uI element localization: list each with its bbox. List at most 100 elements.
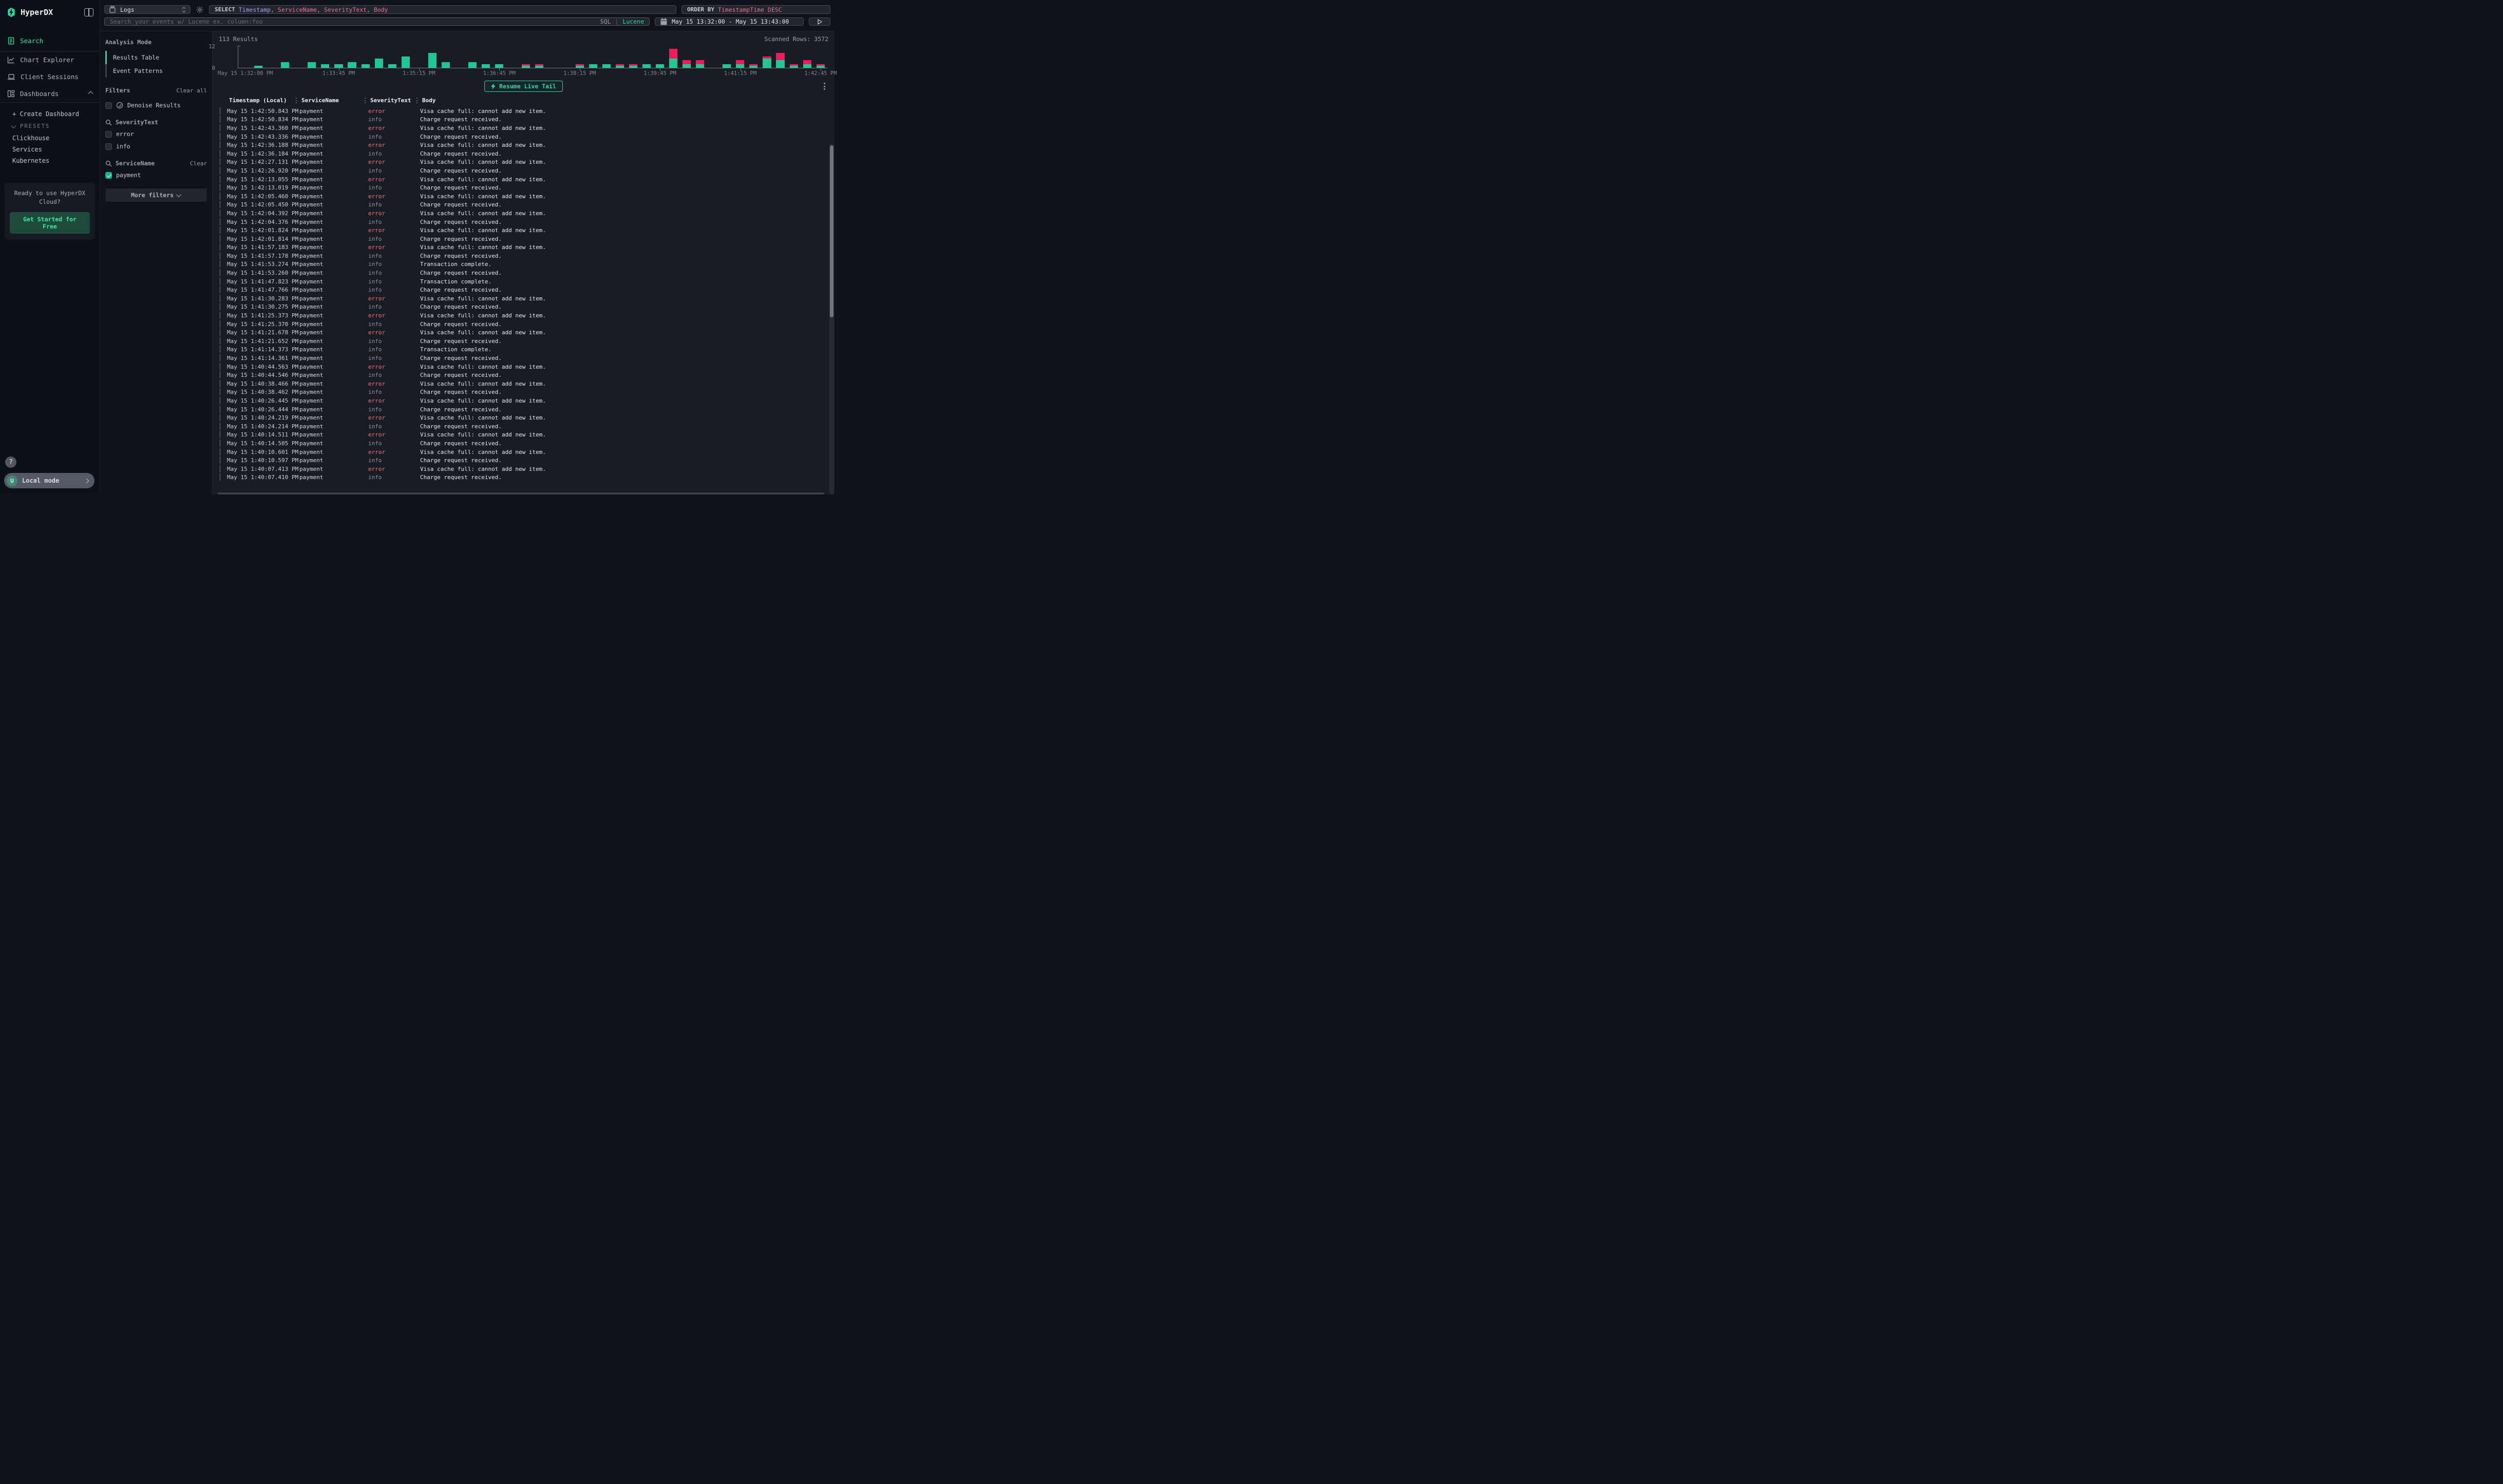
row-expand-chevron-icon[interactable] <box>218 201 227 208</box>
col-header-servicename[interactable]: ServiceName <box>299 97 368 104</box>
table-row[interactable]: May 15 1:40:44.563 PMpaymenterrorVisa ca… <box>218 363 829 371</box>
row-expand-chevron-icon[interactable] <box>218 219 227 225</box>
col-header-severitytext[interactable]: SeverityText <box>368 97 420 104</box>
table-row[interactable]: May 15 1:41:47.766 PMpaymentinfoCharge r… <box>218 286 829 294</box>
preset-services[interactable]: Services <box>12 144 94 155</box>
sidebar-item-dashboards[interactable]: Dashboards <box>0 85 100 102</box>
table-row[interactable]: May 15 1:42:27.131 PMpaymenterrorVisa ca… <box>218 158 829 167</box>
get-started-button[interactable]: Get Started for Free <box>10 212 90 234</box>
table-row[interactable]: May 15 1:40:38.466 PMpaymenterrorVisa ca… <box>218 379 829 388</box>
row-expand-chevron-icon[interactable] <box>218 466 227 472</box>
table-row[interactable]: May 15 1:42:26.920 PMpaymentinfoCharge r… <box>218 166 829 175</box>
table-row[interactable]: May 15 1:40:14.511 PMpaymenterrorVisa ca… <box>218 431 829 440</box>
row-expand-chevron-icon[interactable] <box>218 338 227 345</box>
row-expand-chevron-icon[interactable] <box>218 176 227 183</box>
table-row[interactable]: May 15 1:41:53.260 PMpaymentinfoCharge r… <box>218 269 829 277</box>
vertical-scrollbar[interactable] <box>829 144 834 494</box>
table-row[interactable]: May 15 1:42:05.450 PMpaymentinfoCharge r… <box>218 201 829 210</box>
sidebar-item-client-sessions[interactable]: Client Sessions <box>0 68 100 85</box>
order-by-input[interactable]: ORDER BY TimestampTime DESC <box>681 5 830 14</box>
row-expand-chevron-icon[interactable] <box>218 142 227 148</box>
denoise-results-option[interactable]: Denoise Results <box>105 99 207 111</box>
row-expand-chevron-icon[interactable] <box>218 440 227 447</box>
create-dashboard-button[interactable]: + Create Dashboard <box>12 108 94 120</box>
results-histogram[interactable]: 12 0 May 15 1:32:00 PM1:33:45 PM1:35:15 … <box>238 46 827 78</box>
row-expand-chevron-icon[interactable] <box>218 474 227 481</box>
horizontal-scrollbar[interactable] <box>218 492 824 494</box>
row-expand-chevron-icon[interactable] <box>218 346 227 353</box>
row-expand-chevron-icon[interactable] <box>218 244 227 251</box>
row-expand-chevron-icon[interactable] <box>218 372 227 378</box>
table-row[interactable]: May 15 1:42:01.824 PMpaymenterrorVisa ca… <box>218 226 829 235</box>
analysis-mode-event-patterns[interactable]: Event Patterns <box>105 64 207 78</box>
row-expand-chevron-icon[interactable] <box>218 184 227 191</box>
table-row[interactable]: May 15 1:41:30.283 PMpaymenterrorVisa ca… <box>218 294 829 303</box>
table-row[interactable]: May 15 1:40:44.546 PMpaymentinfoCharge r… <box>218 371 829 379</box>
table-row[interactable]: May 15 1:41:25.370 PMpaymentinfoCharge r… <box>218 320 829 329</box>
table-row[interactable]: May 15 1:42:50.843 PMpaymenterrorVisa ca… <box>218 107 829 116</box>
table-row[interactable]: May 15 1:42:13.055 PMpaymenterrorVisa ca… <box>218 175 829 184</box>
collapse-sidebar-icon[interactable] <box>84 8 93 16</box>
table-row[interactable]: May 15 1:40:07.410 PMpaymentinfoCharge r… <box>218 473 829 482</box>
sidebar-item-search[interactable]: Search <box>0 31 100 51</box>
row-expand-chevron-icon[interactable] <box>218 364 227 370</box>
filter-option-payment[interactable]: payment <box>105 169 207 181</box>
row-expand-chevron-icon[interactable] <box>218 167 227 174</box>
table-row[interactable]: May 15 1:40:14.505 PMpaymentinfoCharge r… <box>218 439 829 448</box>
table-row[interactable]: May 15 1:42:36.188 PMpaymenterrorVisa ca… <box>218 141 829 149</box>
col-header-timestamp[interactable]: Timestamp (Local) <box>227 97 299 104</box>
table-row[interactable]: May 15 1:40:07.413 PMpaymenterrorVisa ca… <box>218 465 829 473</box>
table-row[interactable]: May 15 1:41:30.275 PMpaymentinfoCharge r… <box>218 303 829 312</box>
row-expand-chevron-icon[interactable] <box>218 134 227 140</box>
preset-kubernetes[interactable]: Kubernetes <box>12 155 94 166</box>
table-row[interactable]: May 15 1:41:14.373 PMpaymentinfoTransact… <box>218 346 829 354</box>
row-expand-chevron-icon[interactable] <box>218 193 227 200</box>
denoise-checkbox[interactable] <box>105 102 112 109</box>
row-expand-chevron-icon[interactable] <box>218 389 227 395</box>
table-row[interactable]: May 15 1:41:21.652 PMpaymentinfoCharge r… <box>218 337 829 346</box>
payment-checkbox[interactable] <box>105 172 112 179</box>
table-row[interactable]: May 15 1:42:36.184 PMpaymentinfoCharge r… <box>218 149 829 158</box>
resume-live-tail-button[interactable]: Resume Live Tail <box>484 81 563 92</box>
row-expand-chevron-icon[interactable] <box>218 329 227 336</box>
table-row[interactable]: May 15 1:41:14.361 PMpaymentinfoCharge r… <box>218 354 829 363</box>
time-range-picker[interactable]: May 15 13:32:00 - May 15 13:43:00 <box>655 17 804 26</box>
row-expand-chevron-icon[interactable] <box>218 227 227 234</box>
analysis-mode-results-table[interactable]: Results Table <box>105 51 207 64</box>
table-row[interactable]: May 15 1:41:53.274 PMpaymentinfoTransact… <box>218 260 829 269</box>
sql-mode-toggle[interactable]: SQL <box>600 18 611 25</box>
clear-all-button[interactable]: Clear all <box>176 87 207 94</box>
sidebar-item-chart-explorer[interactable]: Chart Explorer <box>0 51 100 68</box>
table-row[interactable]: May 15 1:42:04.376 PMpaymentinfoCharge r… <box>218 218 829 226</box>
row-expand-chevron-icon[interactable] <box>218 125 227 131</box>
info-checkbox[interactable] <box>105 143 112 150</box>
table-row[interactable]: May 15 1:40:10.601 PMpaymenterrorVisa ca… <box>218 448 829 456</box>
clear-filter-button[interactable]: Clear <box>190 160 207 167</box>
row-expand-chevron-icon[interactable] <box>218 108 227 115</box>
row-expand-chevron-icon[interactable] <box>218 423 227 430</box>
error-checkbox[interactable] <box>105 131 112 138</box>
table-row[interactable]: May 15 1:42:43.336 PMpaymentinfoCharge r… <box>218 132 829 141</box>
table-row[interactable]: May 15 1:42:50.834 PMpaymentinfoCharge r… <box>218 116 829 124</box>
table-row[interactable]: May 15 1:41:25.373 PMpaymenterrorVisa ca… <box>218 311 829 320</box>
row-expand-chevron-icon[interactable] <box>218 261 227 268</box>
table-row[interactable]: May 15 1:42:13.019 PMpaymentinfoCharge r… <box>218 183 829 192</box>
row-expand-chevron-icon[interactable] <box>218 303 227 310</box>
row-expand-chevron-icon[interactable] <box>218 253 227 259</box>
row-expand-chevron-icon[interactable] <box>218 457 227 464</box>
table-row[interactable]: May 15 1:41:47.823 PMpaymentinfoTransact… <box>218 277 829 286</box>
table-row[interactable]: May 15 1:40:24.214 PMpaymentinfoCharge r… <box>218 422 829 431</box>
table-options-kebab-icon[interactable] <box>824 83 825 90</box>
table-row[interactable]: May 15 1:40:10.597 PMpaymentinfoCharge r… <box>218 456 829 465</box>
table-row[interactable]: May 15 1:42:04.392 PMpaymenterrorVisa ca… <box>218 209 829 218</box>
row-expand-chevron-icon[interactable] <box>218 159 227 165</box>
filter-option-error[interactable]: error <box>105 128 207 140</box>
row-expand-chevron-icon[interactable] <box>218 236 227 242</box>
filter-option-info[interactable]: info <box>105 140 207 153</box>
table-row[interactable]: May 15 1:40:26.444 PMpaymentinfoCharge r… <box>218 405 829 414</box>
table-row[interactable]: May 15 1:42:01.814 PMpaymentinfoCharge r… <box>218 235 829 243</box>
help-button[interactable]: ? <box>5 456 16 468</box>
preset-clickhouse[interactable]: Clickhouse <box>12 132 94 144</box>
histogram-plot[interactable] <box>238 46 827 68</box>
row-expand-chevron-icon[interactable] <box>218 210 227 217</box>
